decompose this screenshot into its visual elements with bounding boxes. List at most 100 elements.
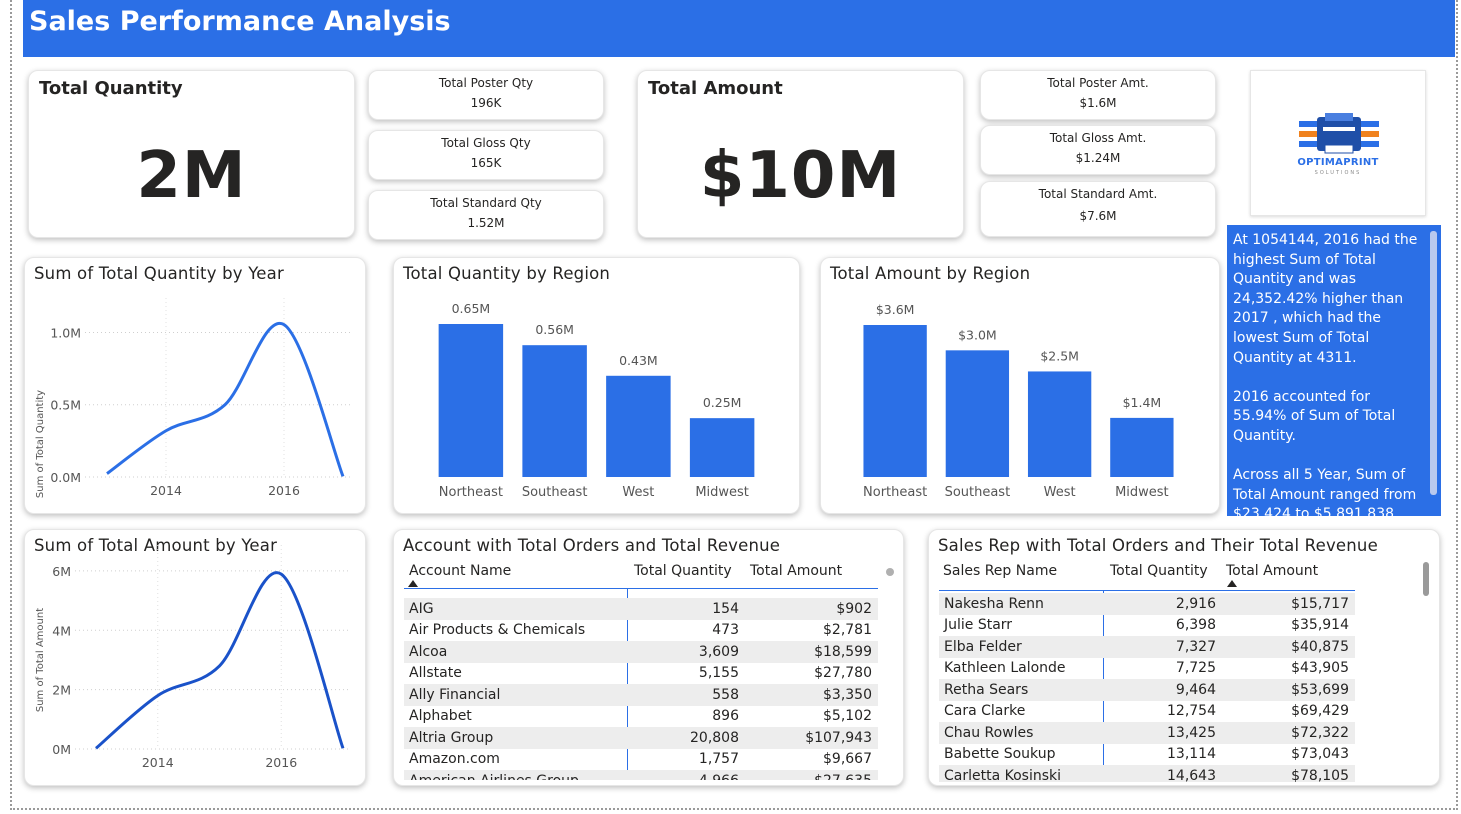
table-row[interactable]: American Airlines Group4,966$27,635 xyxy=(404,770,878,780)
amount-bar-plot: $3.6M Northeast $3.0M Southeast $2.5M West $1.… xyxy=(863,302,1174,500)
table-row[interactable]: Carletta Kosinski 14,643 $78,105 xyxy=(939,765,1355,782)
scroll-indicator[interactable] xyxy=(886,568,894,576)
name-cell: Kathleen Lalonde xyxy=(944,660,1066,677)
sort-ascending-icon[interactable] xyxy=(1227,580,1237,587)
header-divider xyxy=(939,590,1355,591)
table-title: Account with Total Orders and Total Reve… xyxy=(403,536,781,555)
accounts-table-card[interactable]: Account with Total Orders and Total Reve… xyxy=(393,529,904,786)
column-header-total-quantity[interactable]: Total Quantity xyxy=(634,563,732,579)
amount-cell: $69,429 xyxy=(1291,703,1349,720)
table-row[interactable]: Retha Sears 9,464 $53,699 xyxy=(939,679,1355,701)
column-header-total-amount[interactable]: Total Amount xyxy=(1226,563,1318,579)
table-row[interactable]: Air Products & Chemicals 473 $2,781 xyxy=(404,620,878,642)
table-row[interactable]: Kathleen Lalonde 7,725 $43,905 xyxy=(939,658,1355,680)
bar[interactable] xyxy=(1110,417,1174,477)
accounts-table-body[interactable]: AIG 154 $902 Air Products & Chemicals 473 $2,… xyxy=(404,598,878,780)
total-quantity-card[interactable]: Total Quantity 2M xyxy=(28,70,355,238)
amount-cell: $27,635 xyxy=(739,770,878,780)
poster-amt-label: Total Poster Amt. xyxy=(1047,76,1149,90)
total-quantity-value: 2M xyxy=(136,139,247,213)
standard-qty-label: Total Standard Qty xyxy=(430,196,542,210)
gloss-amt-label: Total Gloss Amt. xyxy=(1049,131,1147,145)
data-label: 0.25M xyxy=(703,395,742,410)
quantity-cell: 9,464 xyxy=(1104,679,1216,701)
amount-by-region-chart[interactable]: Total Amount by Region $3.6M Northeast $3.… xyxy=(820,257,1220,514)
quantity-cell: 13,114 xyxy=(1167,746,1216,763)
standard-qty-card[interactable]: Total Standard Qty 1.52M xyxy=(368,190,604,240)
total-amount-card[interactable]: Total Amount $10M xyxy=(637,70,964,238)
quantity-cell: 7,327 xyxy=(1104,636,1216,658)
standard-amt-card[interactable]: Total Standard Amt. $7.6M xyxy=(980,181,1216,237)
table-row[interactable]: Elba Felder 7,327 $40,875 xyxy=(939,636,1355,658)
table-row[interactable]: Altria Group 20,808 $107,943 xyxy=(404,727,878,749)
table-row[interactable]: Allstate 5,155 $27,780 xyxy=(404,663,878,685)
name-cell: Carletta Kosinski xyxy=(939,765,1104,782)
series-line[interactable] xyxy=(106,321,345,477)
amount-cell: $902 xyxy=(739,598,878,620)
y-tick-label: 1.0M xyxy=(50,325,81,340)
name-cell: Elba Felder xyxy=(939,636,1104,658)
bar[interactable] xyxy=(438,324,504,477)
table-row[interactable]: Chau Rowles 13,425 $72,322 xyxy=(939,722,1355,744)
quantity-cell: 20,808 xyxy=(628,727,739,749)
column-header-sales-rep[interactable]: Sales Rep Name xyxy=(943,563,1057,579)
amount-cell: $78,105 xyxy=(1216,765,1355,782)
sort-ascending-icon[interactable] xyxy=(408,580,418,587)
total-amount-label: Total Amount xyxy=(648,78,783,99)
table-row[interactable]: Babette Soukup 13,114 $73,043 xyxy=(939,744,1355,766)
narrative-scrollbar[interactable] xyxy=(1430,231,1437,495)
quantity-by-region-chart[interactable]: Total Quantity by Region 0.65M Northeast 0… xyxy=(393,257,800,514)
table-row[interactable]: Julie Starr 6,398 $35,914 xyxy=(939,615,1355,637)
standard-amt-label: Total Standard Amt. xyxy=(1038,187,1158,201)
bar[interactable] xyxy=(1027,371,1092,477)
amount-cell: $9,667 xyxy=(823,751,872,768)
sales-rep-table-body[interactable]: Nakesha Renn 2,916 $15,717 Julie Starr 6,398… xyxy=(939,593,1355,782)
logo-name: OPTIMAPRINT xyxy=(1297,157,1379,168)
narrative-paragraph: At 1054144, 2016 had the highest Sum of … xyxy=(1233,232,1418,366)
poster-amt-card[interactable]: Total Poster Amt. $1.6M xyxy=(980,70,1216,120)
table-row[interactable]: Alphabet 896 $5,102 xyxy=(404,706,878,728)
column-header-account-name[interactable]: Account Name xyxy=(409,563,511,579)
report-header: Sales Performance Analysis xyxy=(23,0,1455,57)
series-line[interactable] xyxy=(95,571,345,750)
table-row[interactable]: AIG 154 $902 xyxy=(404,598,878,620)
name-cell: AIG xyxy=(404,598,628,620)
gloss-qty-card[interactable]: Total Gloss Qty 165K xyxy=(368,130,604,180)
x-tick-label: 2016 xyxy=(268,483,300,498)
table-scrollbar[interactable] xyxy=(1423,562,1429,596)
amount-by-year-chart[interactable]: Sum of Total Amount by Year Sum of Total… xyxy=(24,529,366,786)
amount-cell: $3,350 xyxy=(739,684,878,706)
table-row[interactable]: Alcoa 3,609 $18,599 xyxy=(404,641,878,663)
total-amount-value: $10M xyxy=(699,139,902,213)
poster-qty-value: 196K xyxy=(470,96,502,110)
quantity-by-year-chart[interactable]: Sum of Total Quantity by Year Sum of Tot… xyxy=(24,257,366,514)
column-header-total-amount[interactable]: Total Amount xyxy=(750,563,842,579)
table-row[interactable]: Nakesha Renn 2,916 $15,717 xyxy=(939,593,1355,615)
smart-narrative: At 1054144, 2016 had the highest Sum of … xyxy=(1227,225,1441,522)
table-row[interactable]: Ally Financial 558 $3,350 xyxy=(404,684,878,706)
total-quantity-label: Total Quantity xyxy=(39,78,183,99)
sales-rep-table-card[interactable]: Sales Rep with Total Orders and Their To… xyxy=(928,529,1440,786)
amount-cell: $73,043 xyxy=(1291,746,1349,763)
y-tick-label: 0.0M xyxy=(50,470,81,485)
y-axis-title: Sum of Total Amount xyxy=(35,608,46,712)
bar[interactable] xyxy=(863,325,927,477)
x-tick-label: 2014 xyxy=(150,483,182,498)
bar[interactable] xyxy=(522,345,587,477)
column-header-total-quantity[interactable]: Total Quantity xyxy=(1110,563,1208,579)
table-row[interactable]: Cara Clarke 12,754 $69,429 xyxy=(939,701,1355,723)
quantity-bar-plot: 0.65M Northeast 0.56M Southeast 0.43M West 0.2… xyxy=(438,301,755,500)
amount-cell: $5,102 xyxy=(823,708,872,725)
category-label: Midwest xyxy=(1115,485,1169,500)
bar[interactable] xyxy=(689,418,755,477)
quantity-line-plot: Sum of Total Quantity 0.0M 0.5M 1.0M 2014 20… xyxy=(35,298,351,498)
bar[interactable] xyxy=(606,375,671,477)
gloss-amt-card[interactable]: Total Gloss Amt. $1.24M xyxy=(980,125,1216,175)
table-row[interactable]: Amazon.com 1,757 $9,667 xyxy=(404,749,878,771)
data-label: $1.4M xyxy=(1123,395,1162,410)
name-cell: Allstate xyxy=(409,665,462,682)
quantity-cell: 2,916 xyxy=(1104,593,1216,615)
y-tick-label: 0M xyxy=(52,742,71,757)
poster-qty-card[interactable]: Total Poster Qty 196K xyxy=(368,70,604,120)
bar[interactable] xyxy=(945,350,1010,477)
